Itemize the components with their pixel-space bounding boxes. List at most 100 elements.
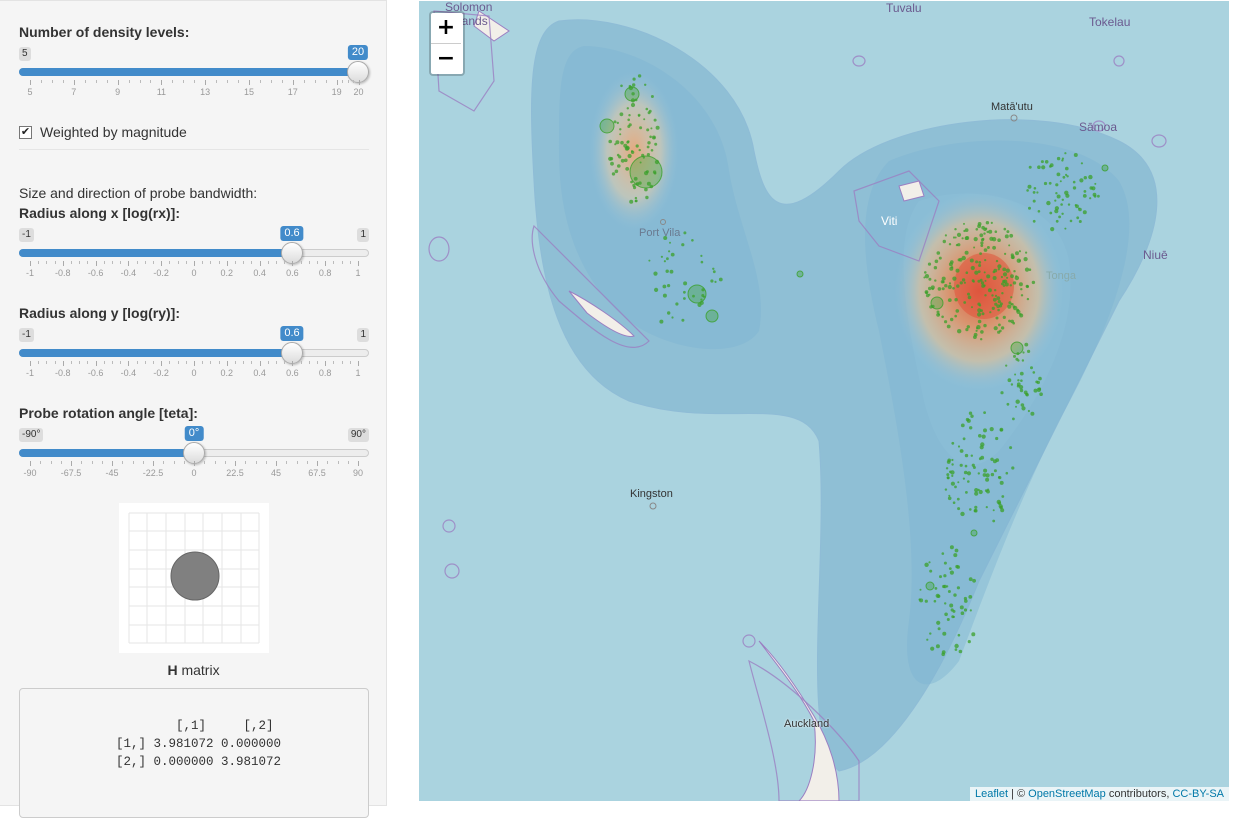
earthquake-point[interactable] — [983, 323, 987, 328]
earthquake-point[interactable] — [645, 107, 649, 111]
earthquake-point[interactable] — [977, 302, 981, 306]
earthquake-point[interactable] — [1012, 417, 1015, 421]
earthquake-point[interactable] — [1021, 359, 1025, 362]
earthquake-point[interactable] — [980, 330, 984, 334]
earthquake-point[interactable] — [950, 266, 954, 269]
earthquake-point[interactable] — [667, 284, 671, 288]
earthquake-point[interactable] — [985, 473, 990, 478]
earthquake-point[interactable] — [1055, 219, 1059, 223]
earthquake-point[interactable] — [714, 280, 717, 283]
earthquake-point[interactable] — [990, 221, 993, 224]
earthquake-point[interactable] — [946, 473, 950, 477]
earthquake-point[interactable] — [969, 258, 974, 263]
earthquake-point[interactable] — [950, 317, 954, 322]
earthquake-point[interactable] — [1072, 180, 1076, 184]
radius-x-slider[interactable]: -1 1 0.6 -1 -0.8 -0.6 -0.4 -0.2 0 0.2 0.4 0.6 0.8… — [19, 226, 369, 298]
earthquake-point[interactable] — [1019, 371, 1024, 376]
earthquake-point[interactable] — [1062, 175, 1066, 179]
earthquake-point[interactable] — [1082, 210, 1087, 215]
earthquake-point[interactable] — [996, 296, 1001, 301]
earthquake-point[interactable] — [681, 318, 685, 322]
earthquake-point[interactable] — [963, 301, 967, 304]
earthquake-point[interactable] — [994, 230, 998, 233]
earthquake-point[interactable] — [1005, 268, 1010, 273]
earthquake-point[interactable] — [1076, 216, 1080, 220]
earthquake-point[interactable] — [1056, 194, 1061, 199]
earthquake-point[interactable] — [1024, 342, 1029, 347]
earthquake-point[interactable] — [928, 277, 932, 281]
earthquake-point[interactable] — [1002, 272, 1008, 277]
earthquake-point[interactable] — [970, 265, 975, 271]
earthquake-point[interactable] — [1009, 233, 1014, 238]
earthquake-point[interactable] — [662, 284, 667, 289]
earthquake-point[interactable] — [681, 243, 685, 247]
earthquake-point[interactable] — [969, 426, 973, 430]
earthquake-point[interactable] — [1012, 281, 1017, 285]
earthquake-point[interactable] — [625, 167, 630, 171]
earthquake-point[interactable] — [1064, 227, 1067, 230]
earthquake-point[interactable] — [1010, 274, 1014, 279]
earthquake-point[interactable] — [963, 222, 965, 225]
earthquake-point[interactable] — [963, 281, 967, 284]
earthquake-point[interactable] — [669, 241, 671, 244]
earthquake-point[interactable] — [989, 427, 994, 432]
earthquake-point[interactable] — [1044, 160, 1049, 164]
earthquake-point[interactable] — [954, 643, 959, 649]
earthquake-point[interactable] — [989, 311, 992, 314]
earthquake-point[interactable] — [614, 169, 619, 174]
earthquake-point[interactable] — [946, 476, 950, 480]
earthquake-point[interactable] — [948, 567, 952, 570]
earthquake-point[interactable] — [983, 271, 986, 274]
earthquake-point[interactable] — [956, 586, 961, 590]
earthquake-point[interactable] — [1037, 210, 1041, 213]
earthquake-point[interactable] — [978, 434, 982, 438]
earthquake-point[interactable] — [1010, 255, 1015, 260]
earthquake-point[interactable] — [669, 269, 674, 274]
earthquake-point[interactable] — [994, 302, 998, 306]
earthquake-point[interactable] — [667, 311, 671, 315]
earthquake-point[interactable] — [1078, 207, 1082, 212]
earthquake-point[interactable] — [653, 118, 657, 122]
earthquake-point[interactable] — [955, 564, 959, 569]
earthquake-point[interactable] — [1009, 446, 1013, 450]
earthquake-point[interactable] — [1075, 204, 1079, 209]
earthquake-point[interactable] — [957, 507, 961, 511]
earthquake-point[interactable] — [929, 569, 933, 573]
earthquake-point[interactable] — [1059, 180, 1062, 183]
earthquake-point[interactable] — [968, 411, 973, 415]
earthquake-point[interactable] — [970, 414, 974, 418]
earthquake-point[interactable] — [997, 300, 1001, 304]
earthquake-point[interactable] — [954, 648, 958, 651]
earthquake-point[interactable] — [961, 255, 966, 261]
earthquake-point[interactable] — [964, 228, 969, 233]
earthquake-point[interactable] — [961, 278, 966, 282]
earthquake-point[interactable] — [948, 243, 952, 246]
earthquake-point[interactable] — [965, 417, 970, 422]
earthquake-point[interactable] — [986, 489, 990, 494]
earthquake-point[interactable] — [608, 139, 612, 144]
earthquake-point[interactable] — [971, 632, 976, 637]
earthquake-point[interactable] — [933, 599, 937, 603]
earthquake-point[interactable] — [998, 476, 1002, 480]
earthquake-point[interactable] — [959, 281, 963, 285]
earthquake-point[interactable] — [1000, 508, 1005, 513]
earthquake-point[interactable] — [980, 244, 984, 248]
earthquake-point[interactable] — [972, 578, 976, 583]
earthquake-point[interactable] — [979, 278, 983, 282]
earthquake-point[interactable] — [985, 477, 990, 482]
earthquake-point[interactable] — [933, 266, 938, 270]
earthquake-point[interactable] — [1028, 165, 1032, 169]
earthquake-point[interactable] — [1055, 183, 1059, 187]
earthquake-point[interactable] — [941, 276, 946, 281]
earthquake-point[interactable] — [1031, 280, 1036, 285]
earthquake-point[interactable] — [952, 236, 956, 239]
earthquake-point[interactable] — [1020, 403, 1025, 407]
earthquake-point[interactable] — [1083, 190, 1087, 193]
earthquake-point[interactable] — [965, 328, 969, 332]
earthquake-point[interactable] — [994, 289, 997, 292]
earthquake-point[interactable] — [1006, 402, 1010, 406]
earthquake-point[interactable] — [992, 276, 997, 280]
earthquake-point[interactable] — [1000, 326, 1005, 330]
earthquake-point[interactable] — [946, 585, 949, 588]
earthquake-point[interactable] — [955, 309, 960, 313]
